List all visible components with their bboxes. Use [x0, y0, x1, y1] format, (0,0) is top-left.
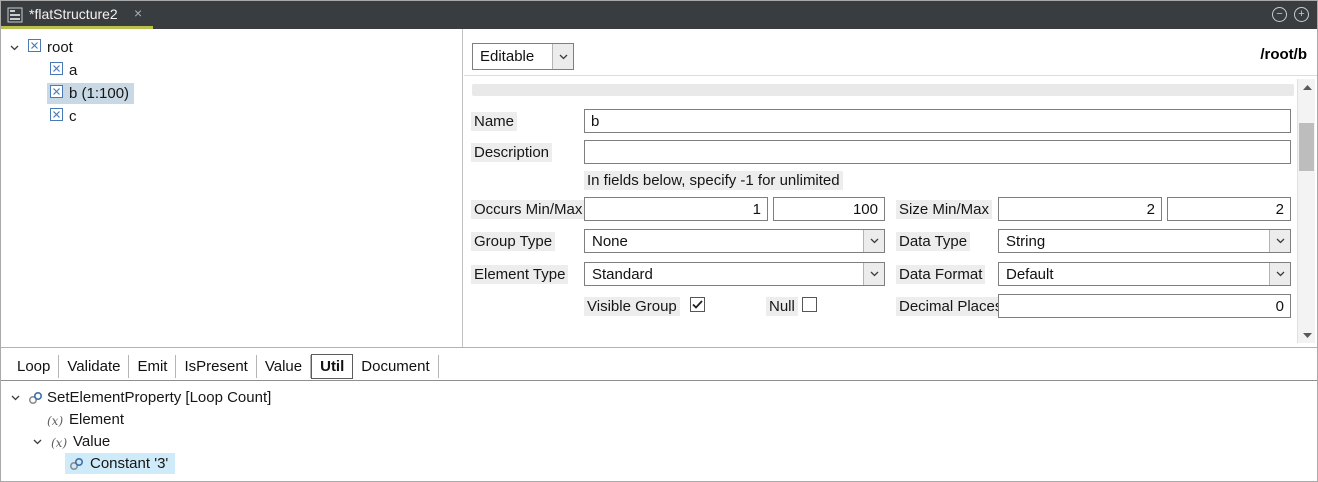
element-icon — [50, 108, 63, 126]
chevron-down-icon — [1269, 230, 1290, 252]
tab-emit[interactable]: Emit — [129, 355, 176, 378]
properties-header — [464, 29, 1318, 76]
group-type-label: Group Type — [471, 232, 555, 251]
name-label: Name — [471, 112, 517, 131]
data-format-dropdown[interactable]: Default — [998, 262, 1291, 286]
mode-dropdown-label: Editable — [473, 48, 534, 65]
structure-tree-panel: root a b (1:100) c — [1, 29, 463, 347]
tab-document[interactable]: Document — [353, 355, 438, 378]
tree-item-root[interactable]: root — [1, 37, 462, 59]
tree-item-label: Element — [69, 411, 124, 428]
chevron-down-icon[interactable] — [11, 395, 20, 401]
element-icon — [28, 39, 41, 57]
tree-item-c[interactable]: c — [1, 106, 462, 128]
occurs-minmax-label: Occurs Min/Max — [471, 200, 585, 219]
link-icon — [69, 457, 84, 471]
element-icon — [50, 85, 63, 103]
tab-title: *flatStructure2 — [29, 1, 118, 27]
visible-group-checkbox[interactable] — [690, 297, 705, 312]
selected-tree-item[interactable]: b (1:100) — [47, 83, 134, 104]
properties-panel: Editable /root/b Name Description In fie… — [464, 29, 1318, 347]
null-label: Null — [766, 297, 798, 316]
tab-value[interactable]: Value — [257, 355, 311, 378]
decimal-places-input[interactable] — [998, 294, 1291, 318]
minimize-button[interactable]: − — [1272, 7, 1287, 22]
tree-item-label: c — [69, 108, 77, 125]
tree-item-setelementproperty[interactable]: SetElementProperty [Loop Count] — [1, 387, 1317, 409]
tree-item-element[interactable]: (x) Element — [1, 409, 1317, 431]
description-input[interactable] — [584, 140, 1291, 164]
tab-util[interactable]: Util — [311, 354, 353, 379]
visible-group-label: Visible Group — [584, 297, 680, 316]
element-path: /root/b — [1260, 46, 1307, 63]
editor-tab[interactable]: *flatStructure2 × — [1, 1, 153, 29]
maximize-button[interactable]: + — [1294, 7, 1309, 22]
flat-structure-icon — [7, 7, 23, 28]
tree-item-value[interactable]: (x) Value — [1, 431, 1317, 453]
element-icon — [50, 62, 63, 80]
tree-item-label: Constant '3' — [90, 455, 168, 472]
tree-item-label: SetElementProperty [Loop Count] — [47, 389, 271, 406]
size-min-input[interactable] — [998, 197, 1162, 221]
vertical-scrollbar[interactable] — [1297, 79, 1315, 343]
selected-tree-item[interactable]: Constant '3' — [65, 453, 175, 474]
chevron-down-icon — [863, 263, 884, 285]
expression-icon: (x) — [47, 414, 63, 428]
occurs-max-input[interactable] — [773, 197, 885, 221]
tab-ispresent[interactable]: IsPresent — [176, 355, 256, 378]
chevron-down-icon — [552, 44, 573, 69]
data-type-dropdown[interactable]: String — [998, 229, 1291, 253]
occurs-min-input[interactable] — [584, 197, 768, 221]
element-type-value: Standard — [585, 266, 653, 283]
tab-validate[interactable]: Validate — [59, 355, 129, 378]
tree-item-label: root — [47, 39, 73, 56]
chevron-down-icon[interactable] — [33, 439, 42, 445]
tab-loop[interactable]: Loop — [9, 355, 59, 378]
scrollbar-thumb[interactable] — [1299, 123, 1314, 171]
data-type-label: Data Type — [896, 232, 970, 251]
chevron-down-icon — [1269, 263, 1290, 285]
tree-item-label: a — [69, 62, 77, 79]
null-checkbox[interactable] — [802, 297, 817, 312]
expression-icon: (x) — [51, 436, 67, 450]
description-label: Description — [471, 143, 552, 162]
tree-item-label: Value — [73, 433, 110, 450]
name-input[interactable] — [584, 109, 1291, 133]
unlimited-hint: In fields below, specify -1 for unlimite… — [584, 171, 843, 190]
data-format-value: Default — [999, 266, 1054, 283]
size-minmax-label: Size Min/Max — [896, 200, 992, 219]
group-type-dropdown[interactable]: None — [584, 229, 885, 253]
group-type-value: None — [585, 233, 628, 250]
mode-dropdown[interactable]: Editable — [472, 43, 574, 70]
bottom-tab-bar: Loop Validate Emit IsPresent Value Util … — [1, 353, 1317, 381]
form-header-strip — [472, 84, 1294, 96]
chevron-down-icon — [863, 230, 884, 252]
tab-bar: *flatStructure2 × − + — [1, 1, 1317, 29]
element-type-dropdown[interactable]: Standard — [584, 262, 885, 286]
app-window: *flatStructure2 × − + root a — [0, 0, 1318, 482]
data-format-label: Data Format — [896, 265, 985, 284]
decimal-places-label: Decimal Places — [896, 297, 1005, 316]
tree-item-label: b (1:100) — [69, 85, 129, 102]
data-type-value: String — [999, 233, 1045, 250]
tree-item-b[interactable]: b (1:100) — [1, 83, 462, 105]
tab-close-icon[interactable]: × — [134, 1, 142, 26]
link-icon — [28, 391, 43, 405]
element-type-label: Element Type — [471, 265, 568, 284]
tree-item-constant[interactable]: Constant '3' — [1, 453, 1317, 475]
window-controls: − + — [1272, 7, 1309, 22]
size-max-input[interactable] — [1167, 197, 1291, 221]
scroll-up-button[interactable] — [1298, 79, 1316, 95]
check-icon — [692, 300, 703, 309]
chevron-down-icon[interactable] — [10, 45, 19, 51]
util-panel: Loop Validate Emit IsPresent Value Util … — [1, 347, 1317, 482]
scroll-down-button[interactable] — [1298, 327, 1316, 343]
tree-item-a[interactable]: a — [1, 60, 462, 82]
